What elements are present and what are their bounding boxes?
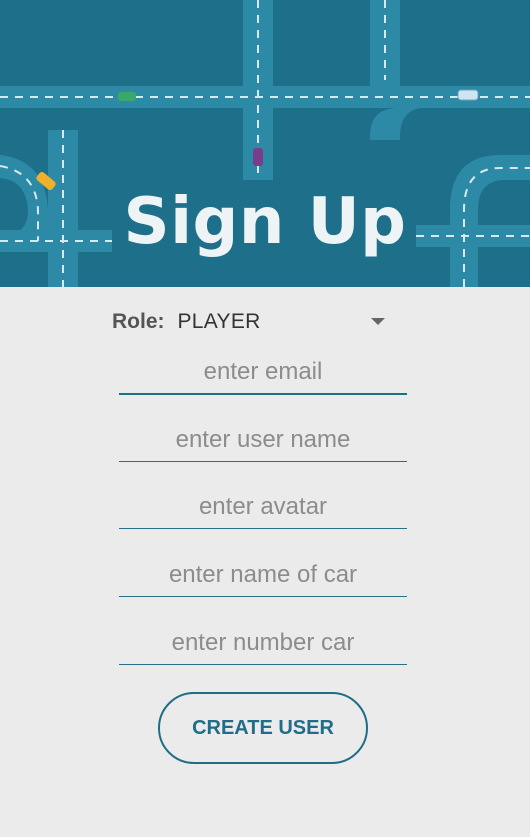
car-number-field[interactable] bbox=[119, 621, 407, 665]
purple-car-icon bbox=[253, 148, 263, 166]
green-car-icon bbox=[118, 92, 136, 101]
blue-car-icon bbox=[457, 89, 479, 101]
header-banner: Sign Up bbox=[0, 0, 530, 287]
email-field[interactable] bbox=[119, 351, 407, 395]
username-field[interactable] bbox=[119, 418, 407, 462]
dropdown-arrow-icon[interactable] bbox=[371, 318, 385, 325]
page-title: Sign Up bbox=[123, 185, 407, 259]
create-user-button[interactable]: CREATE USER bbox=[158, 692, 368, 764]
avatar-field[interactable] bbox=[119, 485, 407, 529]
car-name-field[interactable] bbox=[119, 553, 407, 597]
role-dropdown[interactable]: Role: PLAYER bbox=[112, 308, 392, 336]
role-selected-value: PLAYER bbox=[177, 310, 261, 333]
role-label: Role: bbox=[112, 310, 165, 333]
